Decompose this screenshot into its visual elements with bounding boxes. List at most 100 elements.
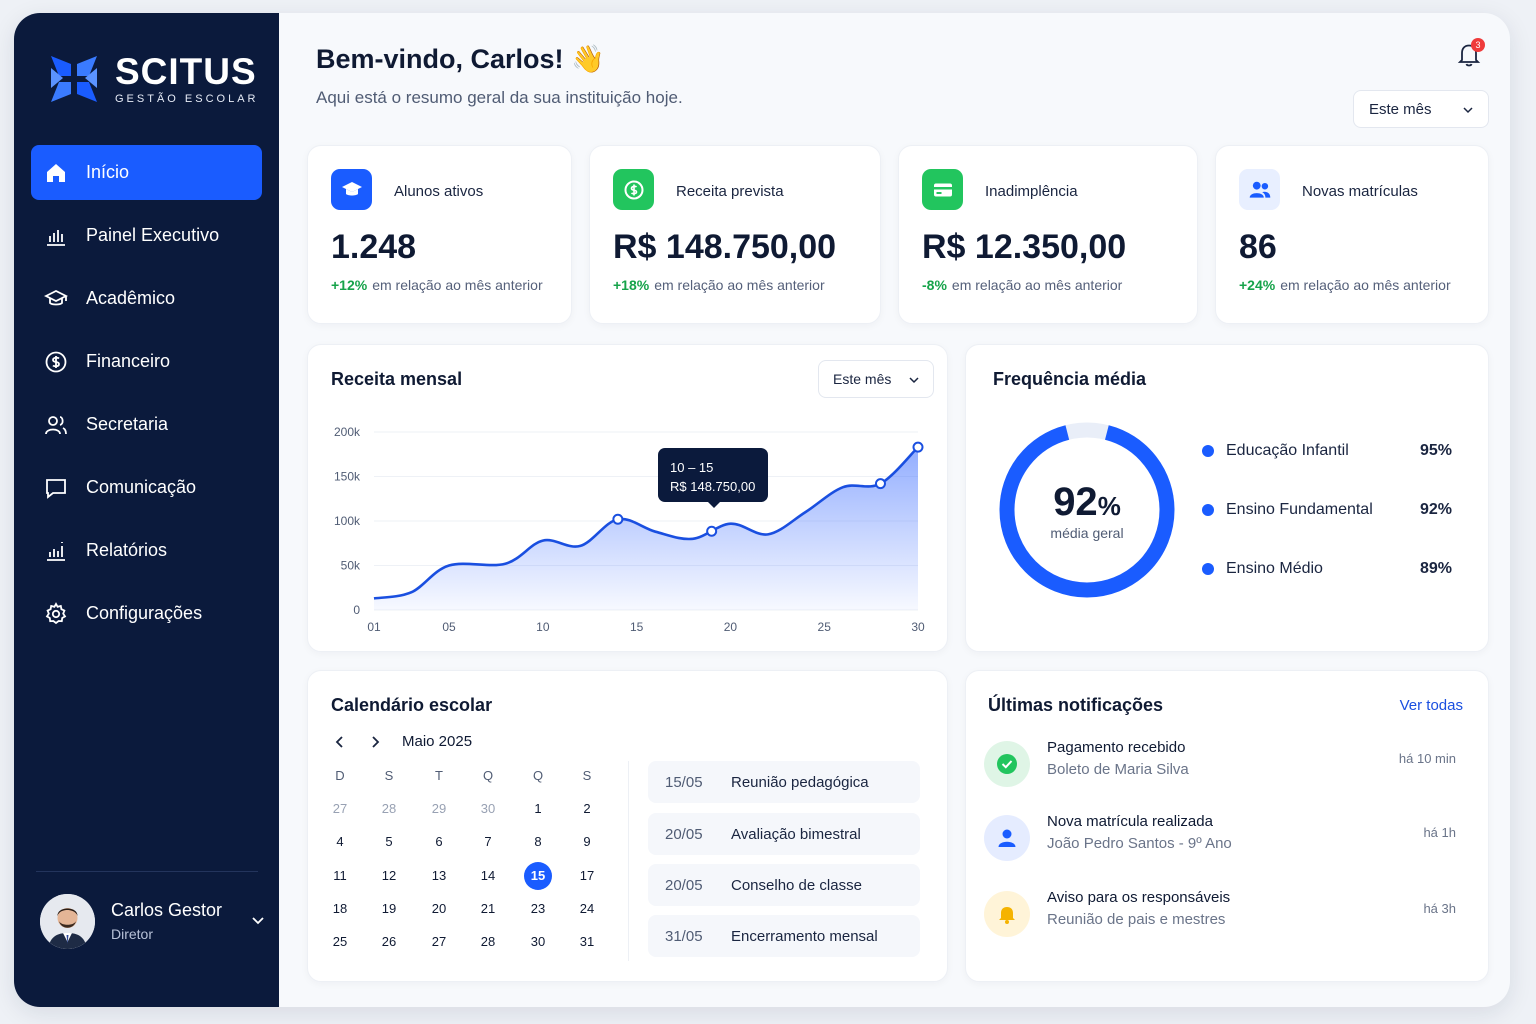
legend-value: 92% bbox=[1419, 501, 1452, 518]
event-date: 15/05 bbox=[665, 773, 703, 791]
kpi-icon-box bbox=[613, 169, 654, 210]
calendar-day[interactable]: 28 bbox=[375, 795, 403, 823]
sidebar-item-relatorios[interactable]: Relatórios bbox=[31, 523, 262, 578]
calendar-day[interactable]: 21 bbox=[474, 895, 502, 923]
page-title: Bem-vindo, Carlos! 👋 bbox=[316, 44, 605, 74]
users-icon bbox=[1249, 181, 1270, 198]
notifications-title: Últimas notificações bbox=[988, 695, 1164, 715]
sidebar-item-financeiro[interactable]: Financeiro bbox=[31, 334, 262, 389]
calendar-day[interactable]: 14 bbox=[474, 862, 502, 890]
kpi-card-inadimplencia[interactable]: Inadimplência R$ 12.350,00 -8% em relação… bbox=[898, 145, 1198, 324]
calendar-card: Calendário escolar Maio 2025 D S T Q Q S 27 28 2… bbox=[307, 670, 948, 982]
notification-item[interactable]: Nova matrícula realizada João Pedro Sant… bbox=[984, 811, 1464, 867]
brand-logo[interactable]: SCITUS GESTÃO ESCOLAR bbox=[49, 53, 258, 105]
notification-item[interactable]: Aviso para os responsáveis Reunião de pa… bbox=[984, 887, 1464, 943]
calendar-day[interactable]: 6 bbox=[425, 828, 453, 856]
chart-data-point[interactable] bbox=[612, 513, 624, 525]
event-date: 20/05 bbox=[665, 876, 703, 894]
frequency-legend-item: Ensino Fundamental 92% bbox=[1202, 499, 1452, 521]
period-select-value: Este mês bbox=[1369, 100, 1432, 118]
calendar-day[interactable]: 29 bbox=[425, 795, 453, 823]
calendar-day[interactable]: 26 bbox=[375, 928, 403, 956]
notification-item[interactable]: Pagamento recebido Boleto de Maria Silva… bbox=[984, 737, 1464, 793]
kpi-card-receita-prevista[interactable]: Receita prevista R$ 148.750,00 +18% em re… bbox=[589, 145, 881, 324]
chevron-left-icon[interactable] bbox=[333, 735, 347, 749]
bell-icon bbox=[999, 907, 1015, 924]
card-icon bbox=[933, 183, 952, 196]
kpi-card-alunos-ativos[interactable]: Alunos ativos 1.248 +12% em relação ao mê… bbox=[307, 145, 572, 324]
sidebar-item-configuracoes[interactable]: Configurações bbox=[31, 586, 262, 641]
calendar-event[interactable]: 20/05 Avaliação bimestral bbox=[648, 813, 920, 855]
calendar-day[interactable]: 7 bbox=[474, 828, 502, 856]
calendar-day[interactable]: 12 bbox=[375, 862, 403, 890]
calendar-day[interactable]: 25 bbox=[326, 928, 354, 956]
legend-dot bbox=[1202, 504, 1214, 516]
calendar-day-selected[interactable]: 15 bbox=[524, 862, 552, 890]
user-menu[interactable]: Carlos Gestor Diretor bbox=[40, 893, 265, 949]
calendar-day[interactable]: 1 bbox=[524, 795, 552, 823]
notification-subtitle: João Pedro Santos - 9º Ano bbox=[1047, 835, 1232, 852]
sidebar-item-painel-executivo[interactable]: Painel Executivo bbox=[31, 208, 262, 263]
kpi-card-novas-matriculas[interactable]: Novas matrículas 86 +24% em relação ao mê… bbox=[1215, 145, 1489, 324]
calendar-day[interactable]: 30 bbox=[474, 795, 502, 823]
calendar-day[interactable]: 20 bbox=[425, 895, 453, 923]
main-content: Bem-vindo, Carlos! 👋 Aqui está o resumo … bbox=[279, 13, 1510, 1007]
calendar-day[interactable]: 31 bbox=[573, 928, 601, 956]
frequency-caption: média geral bbox=[1050, 525, 1124, 541]
sidebar-item-comunicacao[interactable]: Comunicação bbox=[31, 460, 262, 515]
sidebar-item-inicio[interactable]: Início bbox=[31, 145, 262, 200]
notification-icon-box bbox=[984, 891, 1030, 937]
event-date: 31/05 bbox=[665, 927, 703, 945]
calendar-day[interactable]: 23 bbox=[524, 895, 552, 923]
calendar-day[interactable]: 30 bbox=[524, 928, 552, 956]
tooltip-value: R$ 148.750,00 bbox=[670, 479, 756, 494]
sidebar: SCITUS GESTÃO ESCOLAR Início Painel Exec… bbox=[14, 13, 279, 1007]
calendar-event[interactable]: 20/05 Conselho de classe bbox=[648, 864, 920, 906]
notification-icon-box bbox=[984, 741, 1030, 787]
sidebar-item-label: Painel Executivo bbox=[86, 225, 220, 245]
calendar-day[interactable]: 4 bbox=[326, 828, 354, 856]
calendar-day[interactable]: 2 bbox=[573, 795, 601, 823]
frequency-value: 92 bbox=[1053, 480, 1098, 524]
event-date: 20/05 bbox=[665, 825, 703, 843]
calendar-day[interactable]: 5 bbox=[375, 828, 403, 856]
user-name: Carlos Gestor bbox=[111, 900, 223, 920]
calendar-day[interactable]: 28 bbox=[474, 928, 502, 956]
calendar-event[interactable]: 15/05 Reunião pedagógica bbox=[648, 761, 920, 803]
bar-chart-icon bbox=[47, 229, 65, 246]
calendar-day[interactable]: 11 bbox=[326, 862, 354, 890]
period-select[interactable]: Este mês bbox=[1353, 90, 1489, 128]
kpi-delta-text: em relação ao mês anterior bbox=[951, 277, 1123, 293]
chart-data-point[interactable] bbox=[874, 478, 886, 490]
calendar-day[interactable]: 8 bbox=[524, 828, 552, 856]
notifications-button[interactable]: 3 bbox=[1455, 38, 1485, 69]
chart-data-point[interactable] bbox=[706, 525, 718, 537]
calendar-day[interactable]: 13 bbox=[425, 862, 453, 890]
home-icon bbox=[47, 163, 65, 182]
chart-data-point[interactable] bbox=[912, 441, 924, 453]
calendar-day[interactable]: 9 bbox=[573, 828, 601, 856]
legend-dot bbox=[1202, 563, 1214, 575]
kpi-icon-box bbox=[1239, 169, 1280, 210]
kpi-delta-value: +24% bbox=[1239, 277, 1276, 293]
calendar-event[interactable]: 31/05 Encerramento mensal bbox=[648, 915, 920, 957]
calendar-weekday: S bbox=[582, 768, 592, 783]
calendar-day[interactable]: 18 bbox=[326, 895, 354, 923]
calendar-day[interactable]: 27 bbox=[425, 928, 453, 956]
chevron-right-icon[interactable] bbox=[368, 735, 382, 749]
notification-title: Pagamento recebido bbox=[1047, 739, 1186, 756]
user-role: Diretor bbox=[111, 926, 154, 942]
calendar-weekday: D bbox=[335, 768, 345, 783]
calendar-day[interactable]: 24 bbox=[573, 895, 601, 923]
calendar-day[interactable]: 17 bbox=[573, 862, 601, 890]
sidebar-item-secretaria[interactable]: Secretaria bbox=[31, 397, 262, 452]
users-icon bbox=[45, 415, 67, 434]
see-all-link[interactable]: Ver todas bbox=[1400, 697, 1463, 714]
event-label: Conselho de classe bbox=[731, 876, 862, 894]
revenue-area-chart[interactable]: 0 50k 100k 150k 200k 01 05 10 15 20 25 30 bbox=[308, 345, 949, 653]
sidebar-item-academico[interactable]: Acadêmico bbox=[31, 271, 262, 326]
notification-time: há 10 min bbox=[1398, 751, 1456, 766]
calendar-day[interactable]: 27 bbox=[326, 795, 354, 823]
calendar-weekday: S bbox=[384, 768, 394, 783]
calendar-day[interactable]: 19 bbox=[375, 895, 403, 923]
